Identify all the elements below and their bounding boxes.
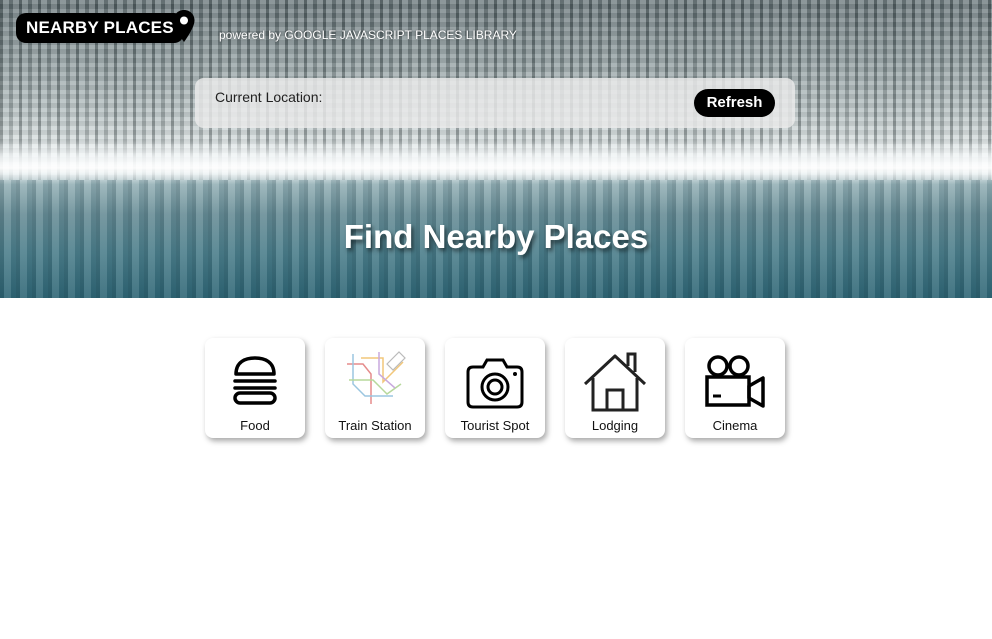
map-pin-icon: [173, 10, 195, 42]
burger-icon: [233, 356, 277, 405]
powered-by-text: powered by GOOGLE JAVASCRIPT PLACES LIBR…: [219, 28, 517, 42]
category-card-food[interactable]: Food: [205, 338, 305, 438]
train-map-icon: [347, 351, 406, 404]
snow-shoreline: [0, 140, 992, 180]
category-label: Food: [240, 418, 270, 433]
category-card-cinema[interactable]: Cinema: [685, 338, 785, 438]
category-label: Train Station: [338, 418, 412, 433]
category-label: Cinema: [712, 418, 758, 433]
camera-icon: [466, 358, 524, 409]
movie-camera-icon: [705, 355, 765, 408]
page-title: Find Nearby Places: [343, 218, 649, 255]
refresh-button[interactable]: Refresh: [694, 89, 775, 117]
hero-banner: NEARBY PLACES powered by GOOGLE JAVASCRI…: [0, 0, 992, 298]
current-location-label: Current Location:: [215, 89, 323, 105]
house-icon: [583, 352, 647, 412]
category-list: Food Train Station Tourist Spot Lodging: [205, 338, 805, 448]
location-bar: Current Location: Refresh: [195, 78, 795, 128]
category-card-train-station[interactable]: Train Station: [325, 338, 425, 438]
category-card-lodging[interactable]: Lodging: [565, 338, 665, 438]
category-card-tourist-spot[interactable]: Tourist Spot: [445, 338, 545, 438]
brand-logo[interactable]: NEARBY PLACES: [16, 13, 184, 43]
category-label: Tourist Spot: [460, 418, 530, 433]
category-label: Lodging: [591, 418, 639, 433]
